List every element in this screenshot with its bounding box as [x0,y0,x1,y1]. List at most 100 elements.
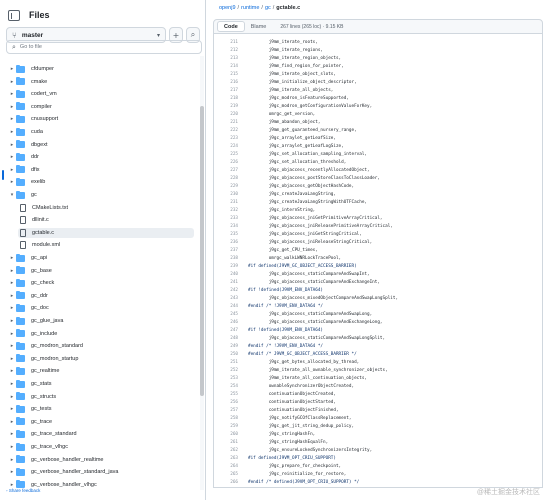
chevron-right-icon[interactable]: ▸ [8,394,16,400]
line-number[interactable]: 212 [214,48,242,53]
chevron-right-icon[interactable]: ▸ [8,66,16,72]
line-number[interactable]: 214 [214,64,242,69]
folder-item[interactable]: ▸ gc_ddr [8,291,194,301]
folder-item[interactable]: ▸ gc_api [8,253,194,263]
chevron-right-icon[interactable]: ▸ [8,343,16,349]
line-number[interactable]: 233 [214,216,242,221]
chevron-right-icon[interactable]: ▸ [8,419,16,425]
line-number[interactable]: 241 [214,280,242,285]
line-number[interactable]: 248 [214,336,242,341]
line-number[interactable]: 264 [214,464,242,469]
chevron-right-icon[interactable]: ▸ [8,154,16,160]
chevron-right-icon[interactable]: ▸ [8,280,16,286]
folder-item[interactable]: ▸ gc_structs [8,392,194,402]
folder-item[interactable]: ▸ dbgext [8,140,194,150]
line-number[interactable]: 243 [214,296,242,301]
line-number[interactable]: 236 [214,240,242,245]
folder-item[interactable]: ▸ gc_modron_startup [8,354,194,364]
line-number[interactable]: 253 [214,376,242,381]
chevron-right-icon[interactable]: ▸ [8,129,16,135]
line-number[interactable]: 231 [214,200,242,205]
folder-item[interactable]: ▸ gc_include [8,329,194,339]
line-number[interactable]: 251 [214,360,242,365]
code-viewer[interactable]: 211 j9mm_iterate_roots, 212 j9mm_iterate_… [213,34,543,488]
chevron-right-icon[interactable]: ▸ [8,469,16,475]
line-number[interactable]: 216 [214,80,242,85]
file-item[interactable]: CMakeLists.txt [18,203,194,213]
folder-item[interactable]: ▸ cuda [8,127,194,137]
breadcrumb-repo[interactable]: openj9 [219,5,236,11]
chevron-right-icon[interactable]: ▸ [8,356,16,362]
line-number[interactable]: 238 [214,256,242,261]
line-number[interactable]: 230 [214,192,242,197]
line-number[interactable]: 261 [214,440,242,445]
chevron-right-icon[interactable]: ▸ [8,406,16,412]
line-number[interactable]: 226 [214,160,242,165]
line-number[interactable]: 211 [214,40,242,45]
folder-item[interactable]: ▸ gc_trace_standard [8,429,194,439]
line-number[interactable]: 225 [214,152,242,157]
line-number[interactable]: 245 [214,312,242,317]
chevron-right-icon[interactable]: ▸ [8,91,16,97]
line-number[interactable]: 217 [214,88,242,93]
folder-item[interactable]: ▸ gc_stats [8,379,194,389]
folder-item[interactable]: ▸ gc_realtime [8,366,194,376]
line-number[interactable]: 255 [214,392,242,397]
folder-item[interactable]: ▸ gc_glue_java [8,316,194,326]
line-number[interactable]: 235 [214,232,242,237]
line-number[interactable]: 250 [214,352,242,357]
tab-code[interactable]: Code [217,21,245,32]
line-number[interactable]: 252 [214,368,242,373]
folder-item[interactable]: ▸ gc_verbose_handler_realtime [8,455,194,465]
folder-item[interactable]: ▸ ddr [8,152,194,162]
line-number[interactable]: 219 [214,104,242,109]
line-number[interactable]: 266 [214,480,242,485]
tab-blame[interactable]: Blame [245,21,273,32]
folder-item[interactable]: ▸ cnusupport [8,114,194,124]
chevron-right-icon[interactable]: ▸ [8,116,16,122]
sidebar-collapse-icon[interactable] [8,9,20,21]
line-number[interactable]: 254 [214,384,242,389]
chevron-right-icon[interactable]: ▸ [8,104,16,110]
folder-item[interactable]: ▾ gc [8,190,194,200]
folder-item[interactable]: ▸ gc_base [8,266,194,276]
chevron-right-icon[interactable]: ▸ [8,167,16,173]
line-number[interactable]: 262 [214,448,242,453]
chevron-right-icon[interactable]: ▸ [8,381,16,387]
line-number[interactable]: 228 [214,176,242,181]
scrollbar-thumb[interactable] [200,106,204,396]
line-number[interactable]: 237 [214,248,242,253]
line-number[interactable]: 263 [214,456,242,461]
line-number[interactable]: 234 [214,224,242,229]
go-to-file-input[interactable] [19,44,170,50]
line-number[interactable]: 223 [214,136,242,141]
folder-item[interactable]: ▸ gc_verbose_handler_standard_java [8,467,194,477]
line-number[interactable]: 220 [214,112,242,117]
line-number[interactable]: 260 [214,432,242,437]
line-number[interactable]: 239 [214,264,242,269]
line-number[interactable]: 218 [214,96,242,101]
chevron-right-icon[interactable]: ▸ [8,79,16,85]
line-number[interactable]: 246 [214,320,242,325]
chevron-right-icon[interactable]: ▸ [8,482,16,488]
go-to-file-search[interactable]: ⌕ [6,40,202,54]
chevron-down-icon[interactable]: ▾ [8,192,16,198]
chevron-right-icon[interactable]: ▸ [8,255,16,261]
chevron-right-icon[interactable]: ▸ [8,331,16,337]
line-number[interactable]: 227 [214,168,242,173]
folder-item[interactable]: ▸ gc_tests [8,404,194,414]
file-item[interactable]: dllinit.c [18,215,194,225]
line-number[interactable]: 256 [214,400,242,405]
line-number[interactable]: 213 [214,56,242,61]
line-number[interactable]: 232 [214,208,242,213]
folder-item[interactable]: ▸ gc_modron_standard [8,341,194,351]
file-item[interactable]: module.xml [18,240,194,250]
line-number[interactable]: 242 [214,288,242,293]
line-number[interactable]: 247 [214,328,242,333]
line-number[interactable]: 222 [214,128,242,133]
folder-item[interactable]: ▸ compiler [8,102,194,112]
chevron-right-icon[interactable]: ▸ [8,318,16,324]
folder-item[interactable]: ▸ gc_doc [8,303,194,313]
line-number[interactable]: 267 [214,488,242,489]
line-number[interactable]: 257 [214,408,242,413]
